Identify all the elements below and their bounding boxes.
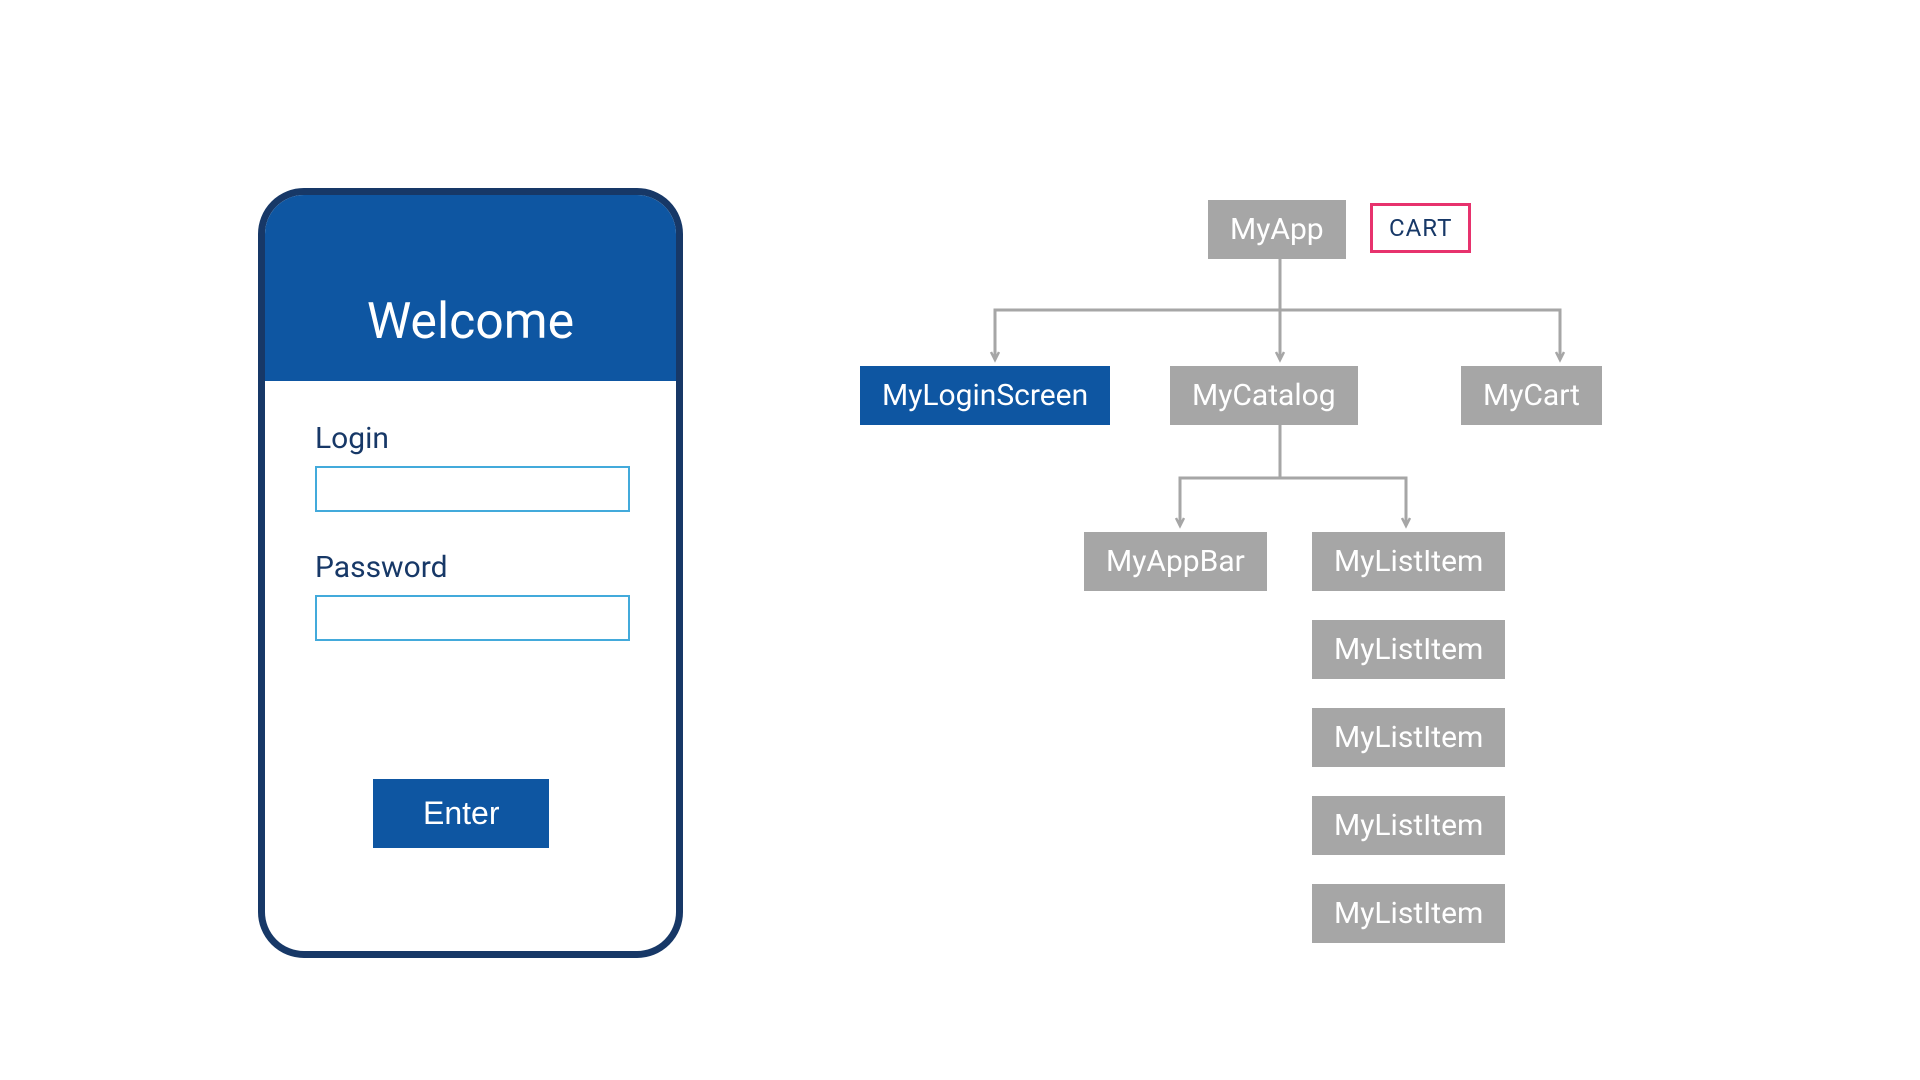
login-form: Login Password Enter [265, 381, 676, 848]
password-label: Password [315, 550, 626, 585]
login-label: Login [315, 421, 626, 456]
enter-button[interactable]: Enter [373, 779, 549, 848]
tree-node-myappbar: MyAppBar [1084, 532, 1267, 591]
phone-appbar: Welcome [265, 195, 676, 381]
tree-node-mylistitem: MyListItem [1312, 532, 1505, 591]
tree-node-myapp: MyApp [1208, 200, 1346, 259]
login-input[interactable] [315, 466, 630, 512]
tree-node-mylistitem: MyListItem [1312, 620, 1505, 679]
tree-node-mylistitem: MyListItem [1312, 708, 1505, 767]
welcome-title: Welcome [367, 293, 574, 351]
tree-node-mycatalog: MyCatalog [1170, 366, 1358, 425]
phone-mockup: Welcome Login Password Enter [258, 188, 683, 958]
cart-state-badge: CART [1370, 203, 1471, 253]
tree-node-myloginscreen: MyLoginScreen [860, 366, 1110, 425]
tree-node-mylistitem: MyListItem [1312, 796, 1505, 855]
tree-node-mycart: MyCart [1461, 366, 1602, 425]
password-input[interactable] [315, 595, 630, 641]
tree-node-mylistitem: MyListItem [1312, 884, 1505, 943]
widget-tree-diagram: MyApp CART MyLoginScreen MyCatalog MyCar… [860, 200, 1790, 940]
